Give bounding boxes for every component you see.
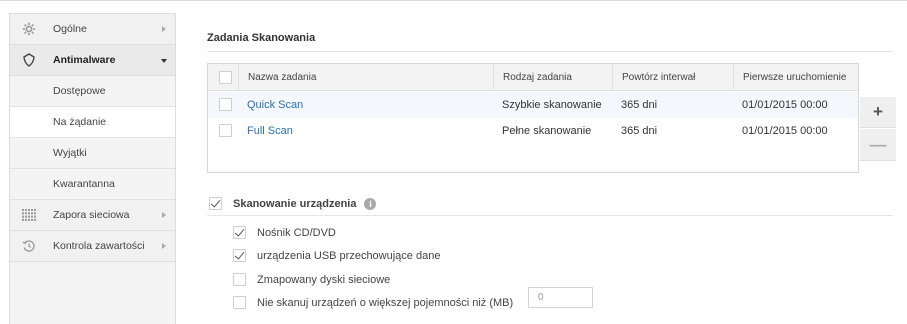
scan-tasks-table: Nazwa zadania Rodzaj zadania Powtórz int… bbox=[207, 63, 859, 173]
device-scan-toggle[interactable]: Skanowanie urządzenia i bbox=[209, 197, 377, 210]
option-label: Nie skanuj urządzeń o większej pojemnośc… bbox=[257, 296, 514, 309]
sidebar-subitem-exclusions[interactable]: Wyjątki bbox=[10, 138, 175, 169]
firewall-grid-icon bbox=[22, 208, 36, 222]
size-limit-checkbox[interactable] bbox=[233, 296, 246, 309]
sidebar-subitem-label: Wyjątki bbox=[53, 147, 87, 159]
remove-task-button[interactable]: — bbox=[860, 129, 896, 161]
column-header-name[interactable]: Nazwa zadania bbox=[238, 64, 493, 91]
table-row[interactable]: Quick Scan Szybkie skanowanie 365 dni 01… bbox=[208, 92, 858, 118]
sidebar-filler bbox=[10, 278, 175, 324]
option-label: Zmapowany dyski sieciowe bbox=[257, 273, 391, 286]
column-header-interval[interactable]: Powtórz interwał bbox=[612, 64, 733, 91]
sidebar-item-content-control[interactable]: Kontrola zawartości bbox=[10, 231, 175, 262]
info-icon[interactable]: i bbox=[364, 197, 377, 210]
row-checkbox[interactable] bbox=[219, 124, 232, 137]
chevron-right-icon bbox=[162, 212, 166, 218]
task-first-run: 01/01/2015 00:00 bbox=[742, 99, 828, 111]
column-header-first-run[interactable]: Pierwsze uruchomienie bbox=[733, 64, 858, 91]
device-scan-label: Skanowanie urządzenia bbox=[233, 197, 357, 210]
network-drives-checkbox[interactable] bbox=[233, 273, 246, 286]
sidebar-item-antimalware[interactable]: Antimalware bbox=[10, 45, 175, 76]
content-control-icon bbox=[22, 239, 36, 253]
cd-dvd-checkbox[interactable] bbox=[233, 226, 246, 239]
sidebar-item-label: Zapora sieciowa bbox=[53, 209, 130, 221]
option-label: urządzenia USB przechowujące dane bbox=[257, 249, 441, 262]
device-scan-checkbox[interactable] bbox=[209, 197, 222, 210]
add-task-button[interactable]: + bbox=[860, 97, 896, 128]
task-interval: 365 dni bbox=[621, 125, 658, 137]
task-type: Pełne skanowanie bbox=[502, 125, 592, 137]
column-header-type[interactable]: Rodzaj zadania bbox=[493, 64, 612, 91]
divider bbox=[207, 51, 893, 52]
divider bbox=[207, 215, 893, 216]
sidebar-subitem-on-access[interactable]: Dostępowe bbox=[10, 76, 175, 107]
chevron-right-icon bbox=[162, 26, 166, 32]
sidebar-item-general[interactable]: Ogólne bbox=[10, 14, 175, 45]
sidebar-item-firewall[interactable]: Zapora sieciowa bbox=[10, 200, 175, 231]
option-label: Nośnik CD/DVD bbox=[257, 226, 336, 239]
table-row[interactable]: Full Scan Pełne skanowanie 365 dni 01/01… bbox=[208, 118, 858, 144]
shield-icon bbox=[22, 53, 36, 67]
option-cd-dvd[interactable]: Nośnik CD/DVD bbox=[233, 226, 336, 239]
gear-icon bbox=[22, 22, 36, 36]
chevron-down-icon bbox=[161, 59, 167, 63]
page-title: Zadania Skanowania bbox=[207, 32, 316, 44]
chevron-right-icon bbox=[162, 243, 166, 249]
option-usb[interactable]: urządzenia USB przechowujące dane bbox=[233, 249, 440, 262]
task-name-link[interactable]: Quick Scan bbox=[238, 92, 303, 118]
sidebar: Ogólne Antimalware Dostępowe Na żądanie … bbox=[9, 13, 176, 324]
main-panel: Zadania Skanowania Nazwa zadania Rodzaj … bbox=[176, 1, 907, 324]
sidebar-subitem-on-demand[interactable]: Na żądanie bbox=[10, 107, 175, 138]
option-network-drives[interactable]: Zmapowany dyski sieciowe bbox=[233, 273, 390, 286]
sidebar-subitem-label: Kwarantanna bbox=[53, 178, 115, 190]
sidebar-subitem-label: Dostępowe bbox=[53, 85, 106, 97]
table-header: Nazwa zadania Rodzaj zadania Powtórz int… bbox=[208, 64, 858, 91]
sidebar-subitem-label: Na żądanie bbox=[53, 116, 107, 128]
sidebar-item-label: Antimalware bbox=[53, 54, 116, 66]
option-size-limit[interactable]: Nie skanuj urządzeń o większej pojemnośc… bbox=[233, 296, 513, 309]
row-checkbox[interactable] bbox=[219, 98, 232, 111]
task-name-link[interactable]: Full Scan bbox=[238, 118, 293, 144]
sidebar-item-label: Ogólne bbox=[53, 23, 87, 35]
task-interval: 365 dni bbox=[621, 99, 658, 111]
task-type: Szybkie skanowanie bbox=[502, 99, 602, 111]
usb-checkbox[interactable] bbox=[233, 249, 246, 262]
sidebar-item-label: Kontrola zawartości bbox=[53, 240, 145, 252]
sidebar-subitem-quarantine[interactable]: Kwarantanna bbox=[10, 169, 175, 200]
app-frame: Ogólne Antimalware Dostępowe Na żądanie … bbox=[0, 0, 907, 324]
select-all-checkbox[interactable] bbox=[219, 71, 232, 84]
size-limit-input[interactable] bbox=[528, 287, 593, 308]
task-first-run: 01/01/2015 00:00 bbox=[742, 125, 828, 137]
